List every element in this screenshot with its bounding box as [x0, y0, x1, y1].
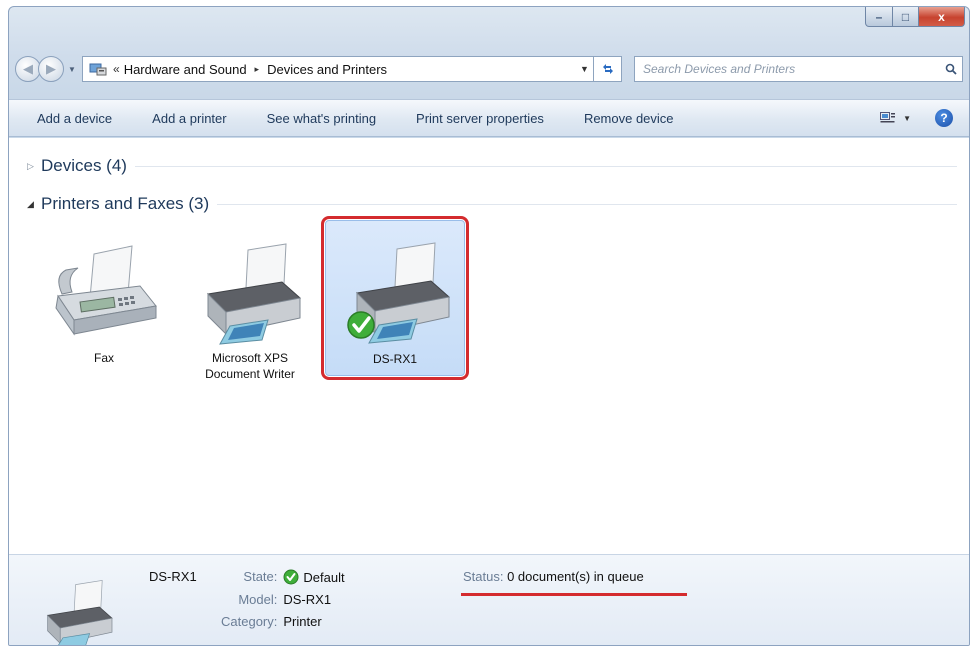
- item-ds-rx1[interactable]: DS-RX1: [321, 216, 469, 380]
- item-label-line1: Microsoft XPS: [211, 351, 289, 365]
- refresh-button[interactable]: [594, 56, 622, 82]
- search-input[interactable]: [635, 62, 940, 76]
- group-divider: [134, 165, 957, 167]
- search-box[interactable]: [634, 56, 963, 82]
- maximize-button[interactable]: □: [893, 7, 919, 27]
- details-device-name: DS-RX1: [149, 569, 197, 584]
- model-label: Model:: [238, 592, 278, 607]
- status-label: Status:: [463, 569, 504, 584]
- refresh-icon: [602, 64, 613, 74]
- state-value-row: Default: [283, 569, 345, 585]
- status-highlight-underline: [461, 593, 687, 596]
- fax-icon: [55, 245, 157, 336]
- forward-arrow-icon: ▶: [46, 61, 56, 76]
- back-arrow-icon: ◀: [23, 61, 33, 76]
- command-bar-right: ▼ ?: [880, 109, 969, 127]
- group-devices[interactable]: ▷ Devices (4): [27, 156, 957, 176]
- view-icon: [880, 112, 896, 123]
- help-button[interactable]: ?: [935, 109, 953, 127]
- state-label: State:: [243, 569, 278, 584]
- add-printer-button[interactable]: Add a printer: [130, 111, 244, 126]
- recent-pages-dropdown[interactable]: ▼: [66, 65, 78, 74]
- command-bar: Add a device Add a printer See what's pr…: [9, 99, 969, 137]
- expanded-arrow-icon: ◢: [27, 198, 34, 209]
- group-devices-label: Devices (4): [41, 156, 127, 175]
- address-bar[interactable]: « Hardware and Sound ▸ Devices and Print…: [82, 56, 594, 82]
- item-microsoft-xps-document-writer[interactable]: Microsoft XPS Document Writer: [185, 228, 315, 382]
- print-server-properties-button[interactable]: Print server properties: [394, 111, 562, 126]
- item-fax[interactable]: Fax: [39, 228, 169, 382]
- printer-icon: [206, 243, 302, 345]
- caption-buttons: – □ x: [865, 7, 965, 29]
- minimize-button[interactable]: –: [865, 7, 893, 27]
- address-overflow-chevron[interactable]: «: [113, 62, 120, 76]
- details-properties: State: Default Model: DS-RX1 Category: P…: [221, 569, 345, 629]
- breadcrumb-devices-and-printers[interactable]: Devices and Printers: [267, 62, 387, 77]
- group-printers-label: Printers and Faxes (3): [41, 194, 210, 213]
- add-device-button[interactable]: Add a device: [9, 111, 130, 126]
- category-value: Printer: [283, 614, 322, 629]
- state-value: Default: [303, 569, 345, 585]
- default-check-icon: [347, 311, 375, 339]
- group-printers-and-faxes[interactable]: ◢ Printers and Faxes (3): [27, 194, 957, 214]
- group-divider: [217, 203, 957, 205]
- printer-default-icon: [347, 242, 451, 344]
- status-value: 0 document(s) in queue: [507, 569, 644, 584]
- change-view-button[interactable]: ▼: [880, 112, 911, 124]
- details-pane: DS-RX1 State: Default Model: DS-RX1 Cate…: [9, 554, 969, 645]
- printer-items: Fax Microsoft XPS Document Writer DS-RX1: [39, 216, 469, 382]
- breadcrumb-separator-icon[interactable]: ▸: [255, 64, 260, 75]
- view-dropdown-icon[interactable]: ▼: [903, 114, 911, 123]
- help-icon: ?: [940, 111, 948, 125]
- item-label: Fax: [93, 351, 114, 365]
- forward-button[interactable]: ▶: [38, 56, 64, 82]
- address-row: ◀ ▶ ▼ « Hardware and Sound ▸ Devices and…: [15, 53, 963, 85]
- window: – □ x ◀ ▶ ▼ « Hardware and Sound ▸ Devic…: [8, 6, 970, 646]
- control-panel-icon: [87, 61, 109, 77]
- category-label: Category:: [221, 614, 278, 629]
- model-value: DS-RX1: [283, 592, 332, 607]
- address-dropdown-icon[interactable]: ▼: [575, 64, 593, 74]
- search-icon[interactable]: [940, 63, 962, 75]
- close-button[interactable]: x: [919, 7, 965, 27]
- collapsed-arrow-icon: ▷: [27, 160, 34, 171]
- details-printer-icon: [46, 579, 113, 645]
- details-status: Status: 0 document(s) in queue: [463, 569, 644, 584]
- default-check-icon: [283, 569, 299, 585]
- item-label-line2: Document Writer: [205, 367, 295, 381]
- breadcrumb-hardware-and-sound[interactable]: Hardware and Sound: [124, 62, 247, 77]
- remove-device-button[interactable]: Remove device: [562, 111, 692, 126]
- content-pane: ▷ Devices (4) ◢ Printers and Faxes (3) F…: [9, 138, 969, 554]
- item-label: DS-RX1: [372, 352, 417, 366]
- see-whats-printing-button[interactable]: See what's printing: [245, 111, 394, 126]
